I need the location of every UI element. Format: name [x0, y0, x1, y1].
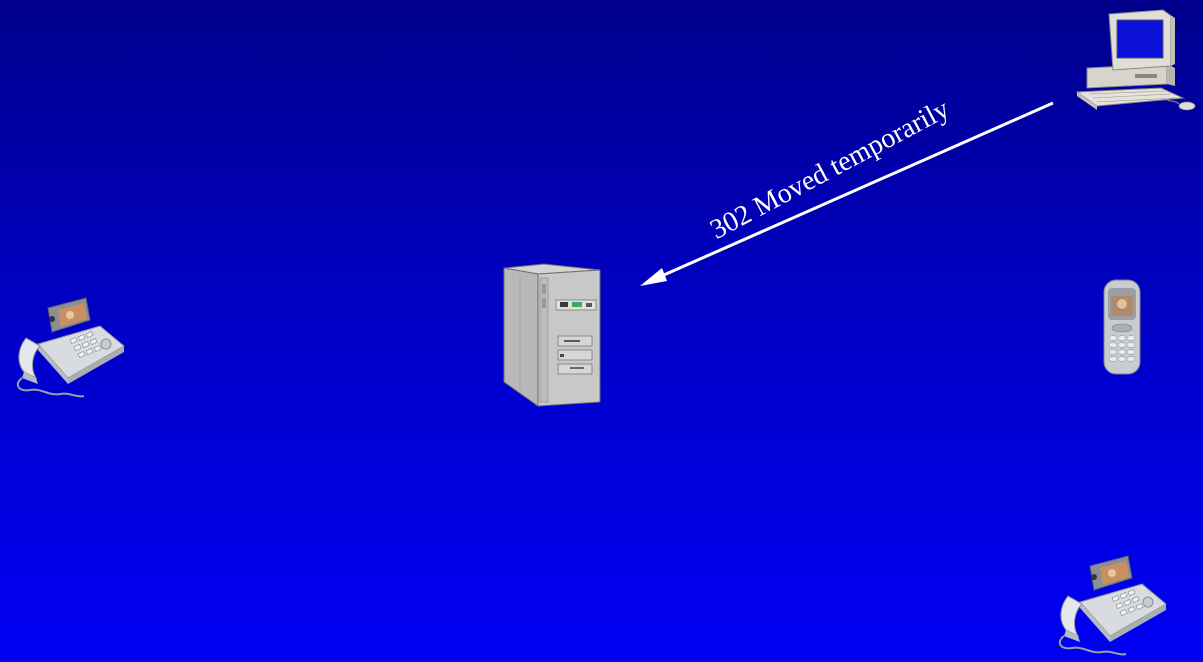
server-tower-icon	[503, 263, 601, 407]
desktop-computer-icon	[1075, 9, 1196, 111]
video-phone-icon	[1058, 555, 1167, 656]
mobile-phone-icon	[1103, 279, 1141, 375]
video-phone-icon	[16, 297, 125, 398]
message-arrow-head	[640, 268, 667, 286]
message-arrow-line	[647, 101, 1054, 284]
